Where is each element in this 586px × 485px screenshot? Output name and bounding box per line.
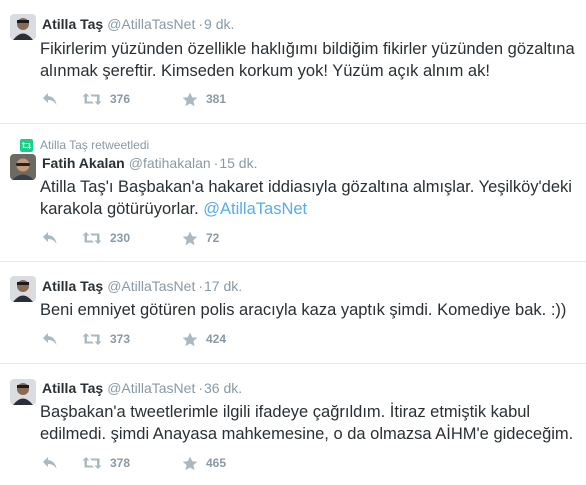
retweet-count: 373: [110, 332, 131, 346]
favorite-button[interactable]: 72: [182, 230, 219, 246]
retweet-context[interactable]: Atilla Taş retweetledi: [20, 138, 149, 152]
avatar[interactable]: [10, 14, 36, 40]
retweet-count: 378: [110, 456, 131, 470]
reply-button[interactable]: [42, 91, 82, 107]
retweet-icon: [82, 92, 102, 106]
tweet-header: Atilla Taş @AtillaTasNet ·36 dk.: [42, 379, 242, 397]
reply-button[interactable]: [42, 331, 82, 347]
star-icon: [182, 231, 198, 246]
tweet-text: Beni emniyet götüren polis aracıyla kaza…: [40, 301, 567, 319]
tweet-actions: 378 465: [42, 455, 226, 471]
tweet-1[interactable]: Atilla Taş @AtillaTasNet ·9 dk. Fikirlerim…: [0, 0, 586, 124]
tweet-header: Atilla Taş @AtillaTasNet ·9 dk.: [42, 15, 234, 33]
favorite-button[interactable]: 424: [182, 331, 226, 347]
tweet-4[interactable]: Atilla Taş @AtillaTasNet ·36 dk. Başbakan'…: [0, 364, 586, 485]
fullname[interactable]: Fatih Akalan: [42, 155, 125, 171]
favorite-count: 465: [206, 456, 227, 470]
favorite-count: 72: [206, 231, 220, 245]
reply-icon: [42, 332, 58, 346]
retweet-button[interactable]: 376: [82, 91, 182, 107]
retweet-count: 376: [110, 92, 131, 106]
favorite-button[interactable]: 381: [182, 91, 226, 107]
reply-icon: [42, 92, 58, 106]
timestamp[interactable]: 15 dk.: [219, 155, 257, 171]
favorite-count: 424: [206, 332, 227, 346]
separator: ·: [198, 278, 204, 294]
timestamp[interactable]: 36 dk.: [204, 380, 242, 396]
reply-icon: [42, 456, 58, 470]
retweet-icon: [82, 332, 102, 346]
username[interactable]: @AtillaTasNet: [107, 278, 195, 294]
star-icon: [182, 92, 198, 107]
retweet-count: 230: [110, 231, 131, 245]
reply-button[interactable]: [42, 230, 82, 246]
favorite-button[interactable]: 465: [182, 455, 226, 471]
star-icon: [182, 332, 198, 347]
avatar[interactable]: [10, 276, 36, 302]
retweet-icon: [82, 231, 102, 245]
fullname[interactable]: Atilla Taş: [42, 278, 103, 294]
tweet-2[interactable]: Atilla Taş retweetledi Fatih Akalan @fati…: [0, 124, 586, 262]
tweet-text: Atilla Taş'ı Başbakan'a hakaret iddiasıy…: [40, 176, 580, 220]
username[interactable]: @fatihakalan: [129, 155, 211, 171]
favorite-count: 381: [206, 92, 227, 106]
avatar[interactable]: [10, 379, 36, 405]
timestamp[interactable]: 9 dk.: [204, 16, 234, 32]
tweet-header: Fatih Akalan @fatihakalan ·15 dk.: [42, 154, 257, 172]
separator: ·: [198, 16, 204, 32]
tweet-actions: 230 72: [42, 230, 219, 246]
tweet-text: Fikirlerim yüzünden özellikle haklığımı …: [40, 40, 575, 80]
tweet-header: Atilla Taş @AtillaTasNet ·17 dk.: [42, 277, 242, 295]
retweet-button[interactable]: 230: [82, 230, 182, 246]
star-icon: [182, 456, 198, 471]
tweet-3[interactable]: Atilla Taş @AtillaTasNet ·17 dk. Beni emni…: [0, 262, 586, 364]
retweet-icon: [82, 456, 102, 470]
reply-button[interactable]: [42, 455, 82, 471]
fullname[interactable]: Atilla Taş: [42, 380, 103, 396]
separator: ·: [198, 380, 204, 396]
tweet-text: Başbakan'a tweetlerimle ilgili ifadeye ç…: [40, 403, 574, 443]
reply-icon: [42, 231, 58, 245]
fullname[interactable]: Atilla Taş: [42, 16, 103, 32]
avatar[interactable]: [10, 154, 36, 180]
retweet-button[interactable]: 373: [82, 331, 182, 347]
retweeted-badge-icon: [20, 138, 33, 152]
timeline: Atilla Taş @AtillaTasNet ·9 dk. Fikirlerim…: [0, 0, 586, 485]
retweet-button[interactable]: 378: [82, 455, 182, 471]
timestamp[interactable]: 17 dk.: [204, 278, 242, 294]
username[interactable]: @AtillaTasNet: [107, 16, 195, 32]
retweet-context-label: Atilla Taş retweetledi: [40, 138, 150, 152]
mention-link[interactable]: @AtillaTasNet: [203, 200, 307, 218]
tweet-actions: 376 381: [42, 91, 226, 107]
username[interactable]: @AtillaTasNet: [107, 380, 195, 396]
separator: ·: [213, 155, 219, 171]
tweet-actions: 373 424: [42, 331, 226, 347]
